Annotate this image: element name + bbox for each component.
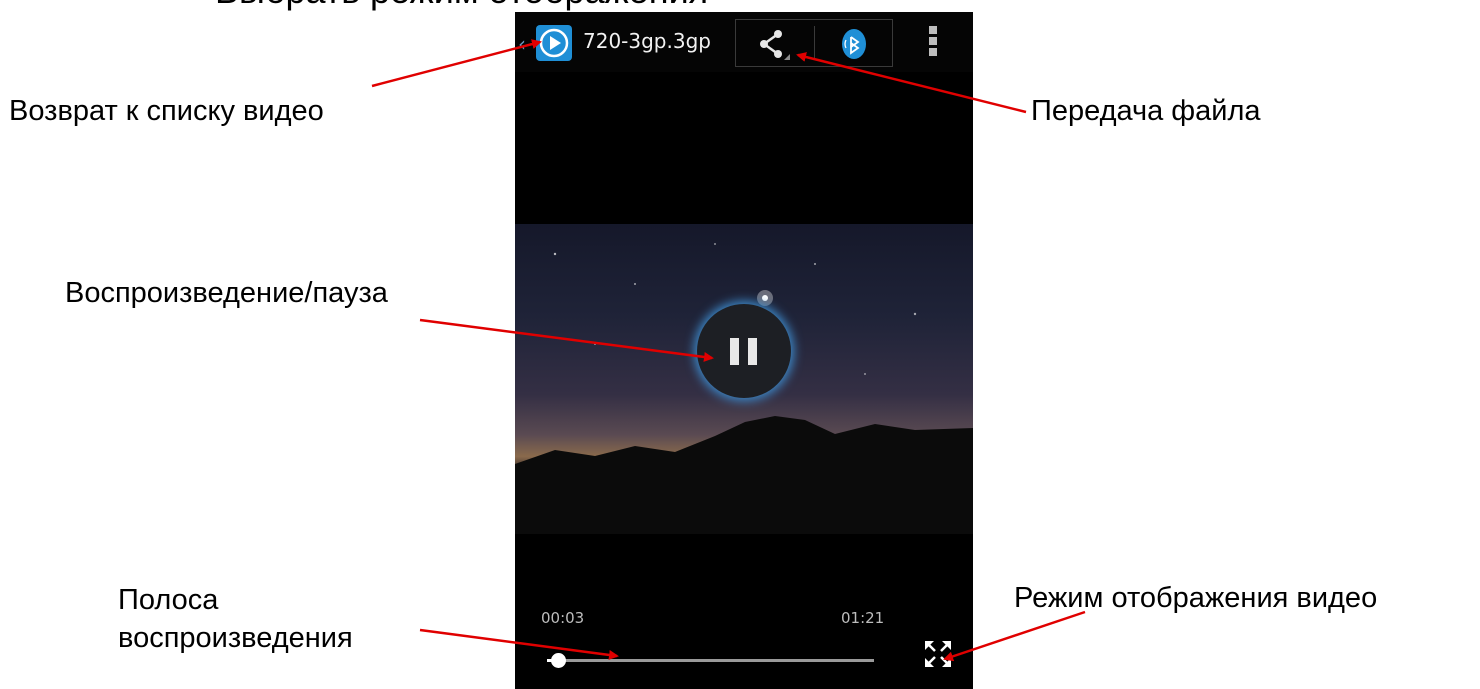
overflow-dot <box>929 37 937 45</box>
bluetooth-icon <box>842 29 866 59</box>
fullscreen-icon <box>925 641 951 667</box>
overflow-menu-icon[interactable] <box>925 26 941 62</box>
slide: Выбрать режим отображения ‹ 720-3gp.3gp <box>0 0 1480 689</box>
bluetooth-button[interactable] <box>834 26 874 62</box>
callout-seekbar-line2: воспроизведения <box>118 622 353 654</box>
overflow-dot <box>929 26 937 34</box>
callout-seekbar-line1: Полоса <box>118 584 219 616</box>
callout-back: Возврат к списку видео <box>9 95 324 127</box>
action-bar: ‹ 720-3gp.3gp <box>515 12 973 72</box>
fullscreen-button[interactable] <box>923 639 953 669</box>
pause-icon-bar <box>748 338 757 365</box>
seek-bar[interactable] <box>547 659 874 662</box>
video-player-screen: ‹ 720-3gp.3gp 00:03 01:21 <box>515 12 973 689</box>
callout-share: Передача файла <box>1031 95 1261 127</box>
share-button[interactable] <box>752 26 800 62</box>
play-circle-icon-graphic <box>539 28 569 58</box>
play-pause-button[interactable] <box>697 304 791 398</box>
current-time: 00:03 <box>541 609 585 627</box>
callout-play-pause: Воспроизведение/пауза <box>65 277 388 309</box>
total-time: 01:21 <box>841 609 885 627</box>
seek-thumb[interactable] <box>551 653 566 668</box>
pause-icon <box>730 338 739 365</box>
slide-title: Выбрать режим отображения <box>215 0 708 12</box>
back-caret-icon[interactable]: ‹ <box>518 32 526 56</box>
overflow-dot <box>929 48 937 56</box>
play-circle-icon[interactable] <box>536 25 572 61</box>
callout-display-mode: Режим отображения видео <box>1014 582 1378 614</box>
share-icon <box>760 30 790 60</box>
action-group <box>735 19 893 67</box>
action-divider <box>814 26 815 60</box>
file-name-title: 720-3gp.3gp <box>583 29 711 53</box>
